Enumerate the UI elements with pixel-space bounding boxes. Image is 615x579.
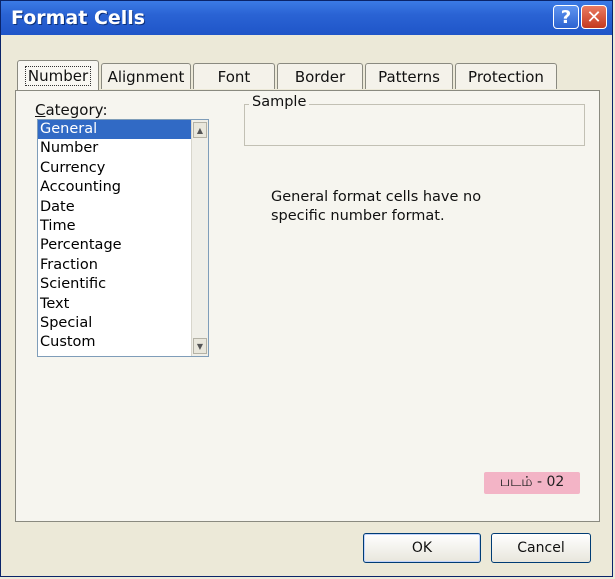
sample-label: Sample — [249, 94, 310, 110]
category-item-special[interactable]: Special — [38, 314, 208, 333]
category-item-date[interactable]: Date — [38, 198, 208, 217]
triangle-up-icon: ▲ — [196, 125, 204, 135]
category-label: Category: — [35, 101, 108, 119]
tab-font[interactable]: Font — [193, 63, 275, 89]
category-item-accounting[interactable]: Accounting — [38, 178, 208, 197]
tab-border[interactable]: Border — [277, 63, 363, 89]
category-item-custom[interactable]: Custom — [38, 333, 208, 352]
category-item-general[interactable]: General — [38, 120, 208, 140]
ok-button[interactable]: OK — [363, 533, 481, 563]
tab-alignment[interactable]: Alignment — [101, 63, 191, 89]
close-button[interactable]: ✕ — [581, 5, 607, 29]
category-item-scientific[interactable]: Scientific — [38, 275, 208, 294]
help-icon: ? — [560, 6, 572, 28]
tab-patterns[interactable]: Patterns — [365, 63, 453, 89]
category-item-number[interactable]: Number — [38, 139, 208, 158]
tab-number[interactable]: Number — [17, 60, 99, 90]
category-listbox[interactable]: General Number Currency Accounting Date … — [37, 119, 209, 357]
category-item-text[interactable]: Text — [38, 295, 208, 314]
scroll-up-button[interactable]: ▲ — [193, 122, 207, 138]
sample-groupbox — [244, 104, 585, 146]
category-item-currency[interactable]: Currency — [38, 159, 208, 178]
tab-protection[interactable]: Protection — [455, 63, 557, 89]
triangle-down-icon: ▼ — [196, 341, 204, 351]
figure-caption: படம் - 02 — [484, 472, 580, 494]
category-item-time[interactable]: Time — [38, 217, 208, 236]
close-icon: ✕ — [586, 6, 602, 28]
category-scrollbar[interactable]: ▲ ▼ — [191, 120, 208, 356]
category-item-fraction[interactable]: Fraction — [38, 256, 208, 275]
category-item-percentage[interactable]: Percentage — [38, 236, 208, 255]
help-button[interactable]: ? — [553, 5, 579, 29]
title-bar[interactable]: Format Cells ? ✕ — [1, 1, 612, 35]
scroll-down-button[interactable]: ▼ — [193, 338, 207, 354]
dialog-title: Format Cells — [11, 7, 146, 29]
format-cells-dialog: Format Cells ? ✕ Number Alignment Font B… — [0, 0, 613, 577]
cancel-button[interactable]: Cancel — [491, 533, 591, 563]
format-description: General format cells have no specific nu… — [271, 189, 482, 224]
